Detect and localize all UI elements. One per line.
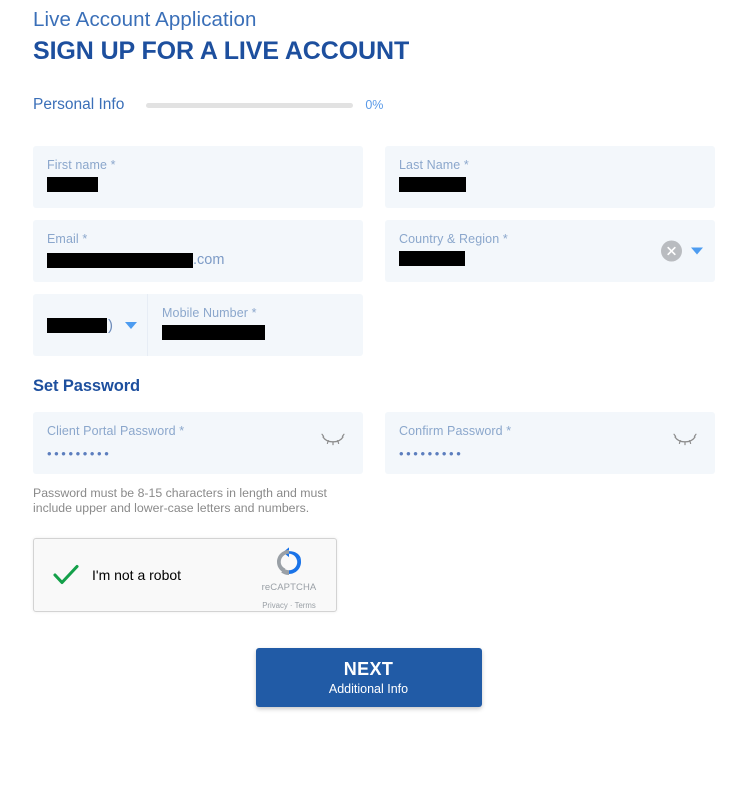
form-row-email-country: Email * .com Country & Region * — [33, 220, 715, 282]
password-requirements-hint: Password must be 8-15 characters in leng… — [33, 486, 327, 515]
eye-closed-icon[interactable] — [321, 433, 345, 453]
recaptcha-widget[interactable]: I'm not a robot reCAPTCHA Privacy · Term… — [33, 538, 337, 612]
form-row-mobile: ) Mobile Number * — [33, 294, 704, 356]
recaptcha-logo-icon — [252, 547, 326, 577]
country-region-value — [399, 251, 701, 266]
last-name-column: Last Name * — [385, 146, 715, 208]
page-title: SIGN UP FOR A LIVE ACCOUNT — [33, 37, 410, 65]
page-header: Live Account Application SIGN UP FOR A L… — [0, 0, 737, 67]
redacted-bar — [47, 317, 107, 333]
set-password-heading: Set Password — [33, 377, 141, 395]
step-label-personal-info: Personal Info — [33, 96, 125, 113]
country-region-column: Country & Region * — [385, 220, 715, 282]
last-name-field[interactable]: Last Name * — [385, 146, 715, 208]
next-button-container: NEXT Additional Info — [0, 648, 737, 707]
recaptcha-label: I'm not a robot — [92, 567, 182, 583]
next-button-main-label: NEXT — [343, 658, 394, 679]
client-portal-password-value: ••••••••• — [47, 446, 112, 461]
personal-info-form: First name * Last Name * Email * .com Co… — [33, 146, 715, 356]
confirm-password-label: Confirm Password * — [399, 424, 512, 438]
mobile-number-value — [162, 325, 349, 340]
last-name-value — [399, 177, 701, 192]
progress-row: Personal Info 0% — [33, 96, 737, 114]
form-row-passwords: Client Portal Password * ••••••••• Confi… — [33, 412, 715, 474]
chevron-down-icon[interactable] — [691, 247, 703, 255]
client-portal-password-label: Client Portal Password * — [47, 424, 185, 438]
email-column: Email * .com — [33, 220, 363, 282]
first-name-value — [47, 177, 349, 192]
email-value: .com — [47, 251, 349, 270]
client-portal-password-field[interactable]: Client Portal Password * ••••••••• — [33, 412, 363, 474]
progress-bar — [146, 102, 354, 108]
mobile-number-group: ) Mobile Number * — [33, 294, 363, 356]
confirm-password-column: Confirm Password * ••••••••• — [385, 412, 715, 474]
email-domain-suffix: .com — [193, 252, 225, 268]
country-region-controls — [661, 240, 703, 262]
country-code-select[interactable]: ) — [33, 294, 148, 356]
mobile-number-field[interactable]: Mobile Number * — [148, 294, 363, 356]
country-region-field[interactable]: Country & Region * — [385, 220, 715, 282]
redacted-bar — [47, 253, 193, 268]
application-eyebrow: Live Account Application — [33, 8, 257, 31]
first-name-label: First name * — [47, 158, 116, 172]
progress-percent-label: 0% — [365, 98, 384, 112]
mobile-column: ) Mobile Number * — [33, 294, 363, 356]
next-button[interactable]: NEXT Additional Info — [255, 648, 482, 707]
recaptcha-link-separator: · — [289, 601, 293, 610]
live-account-signup-page: Live Account Application SIGN UP FOR A L… — [0, 0, 737, 799]
recaptcha-legal-links: Privacy · Terms — [262, 601, 316, 610]
recaptcha-terms-link[interactable]: Terms — [295, 601, 316, 610]
redacted-bar — [162, 325, 265, 340]
recaptcha-branding: reCAPTCHA Privacy · Terms — [252, 547, 326, 613]
next-button-sub-label: Additional Info — [328, 681, 409, 696]
country-code-suffix: ) — [108, 316, 113, 334]
redacted-bar — [399, 251, 465, 266]
first-name-field[interactable]: First name * — [33, 146, 363, 208]
last-name-label: Last Name * — [399, 158, 469, 172]
redacted-bar — [47, 177, 98, 192]
clear-circle-icon[interactable] — [661, 240, 682, 262]
recaptcha-privacy-link[interactable]: Privacy — [262, 601, 288, 610]
email-label: Email * — [47, 232, 88, 246]
mobile-row-spacer — [385, 294, 715, 356]
eye-closed-icon[interactable] — [673, 433, 697, 453]
country-code-value: ) — [47, 317, 113, 334]
form-row-names: First name * Last Name * — [33, 146, 715, 208]
chevron-down-icon[interactable] — [125, 321, 137, 329]
confirm-password-value: ••••••••• — [399, 446, 464, 461]
confirm-password-field[interactable]: Confirm Password * ••••••••• — [385, 412, 715, 474]
country-region-label: Country & Region * — [399, 232, 508, 246]
redacted-bar — [399, 177, 466, 192]
mobile-number-label: Mobile Number * — [162, 306, 257, 320]
password-form: Client Portal Password * ••••••••• Confi… — [33, 412, 715, 474]
email-field[interactable]: Email * .com — [33, 220, 363, 282]
first-name-column: First name * — [33, 146, 363, 208]
checkmark-icon[interactable] — [52, 561, 80, 589]
client-portal-password-column: Client Portal Password * ••••••••• — [33, 412, 363, 474]
recaptcha-brand-name: reCAPTCHA — [261, 582, 317, 593]
